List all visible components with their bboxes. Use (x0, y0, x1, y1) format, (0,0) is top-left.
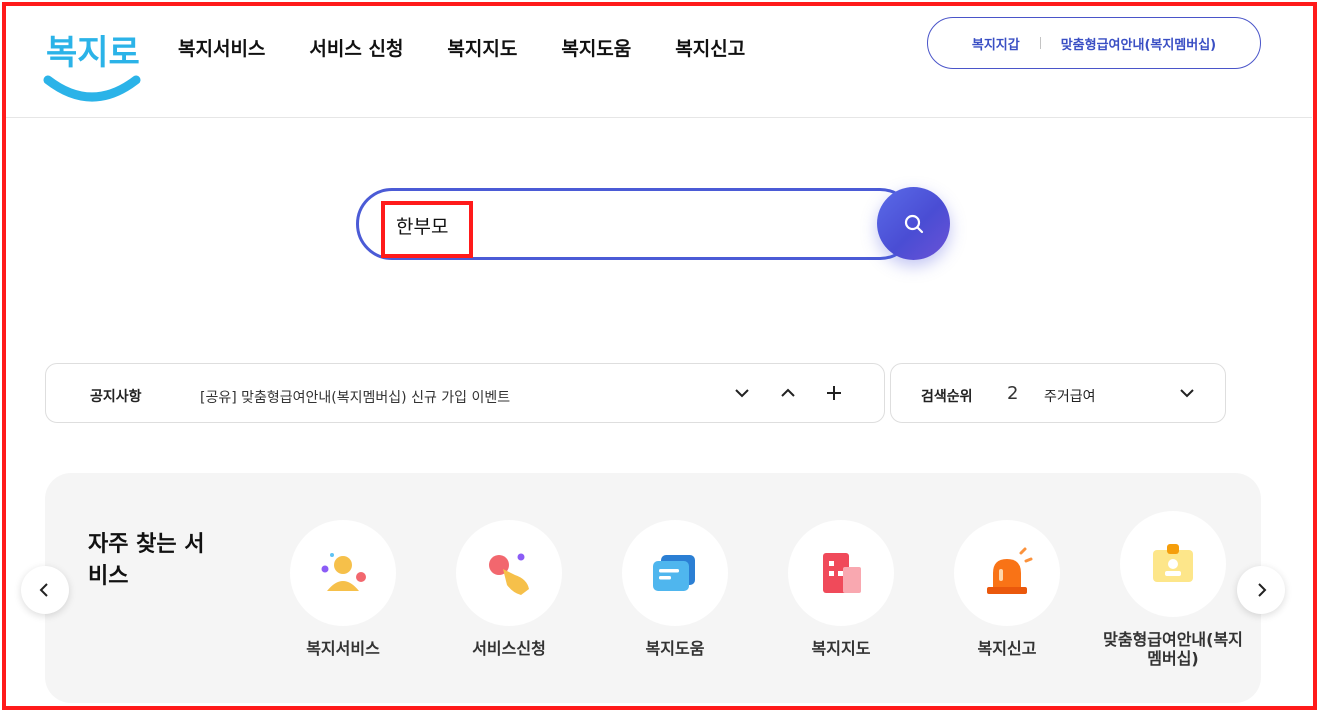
notice-more-button[interactable] (821, 380, 847, 406)
plus-icon (827, 386, 841, 400)
quick-links-pill: 복지지갑 맞춤형급여안내(복지멤버십) (927, 17, 1261, 69)
service-icon-circle (456, 520, 562, 626)
chat-bubble-icon (653, 555, 695, 591)
id-badge-icon (1153, 544, 1193, 582)
search-rank-label: 검색순위 (921, 389, 973, 405)
nav-welfare-map[interactable]: 복지지도 (447, 34, 517, 61)
frequent-service-report[interactable]: 복지신고 (937, 520, 1077, 658)
nav-service-apply[interactable]: 서비스 신청 (309, 34, 403, 61)
chevron-right-icon (1258, 583, 1267, 597)
chevron-up-icon (781, 388, 795, 397)
service-label: 복지지도 (811, 639, 871, 658)
service-icon-circle (954, 520, 1060, 626)
notice-text[interactable]: [공유] 맞춤형급여안내(복지멤버십) 신규 가입 이벤트 (200, 387, 510, 407)
service-label: 복지도움 (645, 639, 705, 658)
frequent-service-help[interactable]: 복지도움 (605, 520, 745, 658)
chevron-down-icon (735, 389, 749, 398)
notice-prev-button[interactable] (775, 380, 801, 406)
frequent-services-title: 자주 찾는 서비스 (88, 532, 205, 589)
notice-bar: 공지사항 [공유] 맞춤형급여안내(복지멤버십) 신규 가입 이벤트 (45, 363, 885, 423)
building-icon (823, 553, 861, 593)
notice-next-button[interactable] (729, 380, 755, 406)
logo-text: 복지로 (46, 33, 140, 73)
carousel-next-button[interactable] (1237, 566, 1285, 614)
notice-label: 공지사항 (90, 389, 142, 405)
search-rank-term[interactable]: 주거급여 (1044, 386, 1096, 406)
nav-welfare-help[interactable]: 복지도움 (561, 34, 631, 61)
frequent-service-map[interactable]: 복지지도 (771, 520, 911, 658)
nav-welfare-service[interactable]: 복지서비스 (178, 34, 265, 61)
search-rank-bar: 검색순위 2 주거급여 (890, 363, 1226, 423)
search-input[interactable] (396, 214, 856, 236)
service-icon-circle (1120, 511, 1226, 617)
search-box (356, 188, 916, 260)
person-icon (321, 553, 366, 591)
main-nav: 복지서비스 서비스 신청 복지지도 복지도움 복지신고 (178, 34, 789, 61)
welfare-wallet-link[interactable]: 복지지갑 (972, 34, 1020, 53)
service-icon-circle (788, 520, 894, 626)
search-rank-expand-button[interactable] (1174, 380, 1200, 406)
service-label: 복지서비스 (306, 639, 380, 658)
frequent-service-welfare[interactable]: 복지서비스 (273, 520, 413, 658)
membership-link[interactable]: 맞춤형급여안내(복지멤버십) (1061, 34, 1216, 53)
site-header: 복지로 복지서비스 서비스 신청 복지지도 복지도움 복지신고 복지지갑 맞춤형… (6, 6, 1312, 118)
chevron-down-icon (1180, 389, 1194, 398)
search-bar (356, 187, 950, 260)
hand-pointer-icon (489, 553, 529, 595)
chevron-left-icon (39, 583, 48, 597)
search-icon (904, 214, 923, 233)
service-label: 복지신고 (977, 639, 1037, 658)
search-button[interactable] (877, 187, 950, 260)
site-logo[interactable]: 복지로 (42, 18, 142, 108)
frequent-service-apply[interactable]: 서비스신청 (439, 520, 579, 658)
service-icon-circle (622, 520, 728, 626)
search-rank-number: 2 (1007, 383, 1019, 404)
siren-icon (987, 547, 1033, 594)
pill-divider (1039, 37, 1041, 49)
service-label: 맞춤형급여안내(복지멤버십) (1103, 630, 1243, 668)
carousel-prev-button[interactable] (21, 566, 69, 614)
service-icon-circle (290, 520, 396, 626)
frequent-service-membership[interactable]: 맞춤형급여안내(복지멤버십) (1103, 511, 1243, 668)
frequent-services-panel: 자주 찾는 서비스 복지서비스 서비스신청 복지도움 복지지도 복지신고 맞춤형… (45, 473, 1261, 703)
nav-welfare-report[interactable]: 복지신고 (675, 34, 745, 61)
service-label: 서비스신청 (472, 639, 546, 658)
